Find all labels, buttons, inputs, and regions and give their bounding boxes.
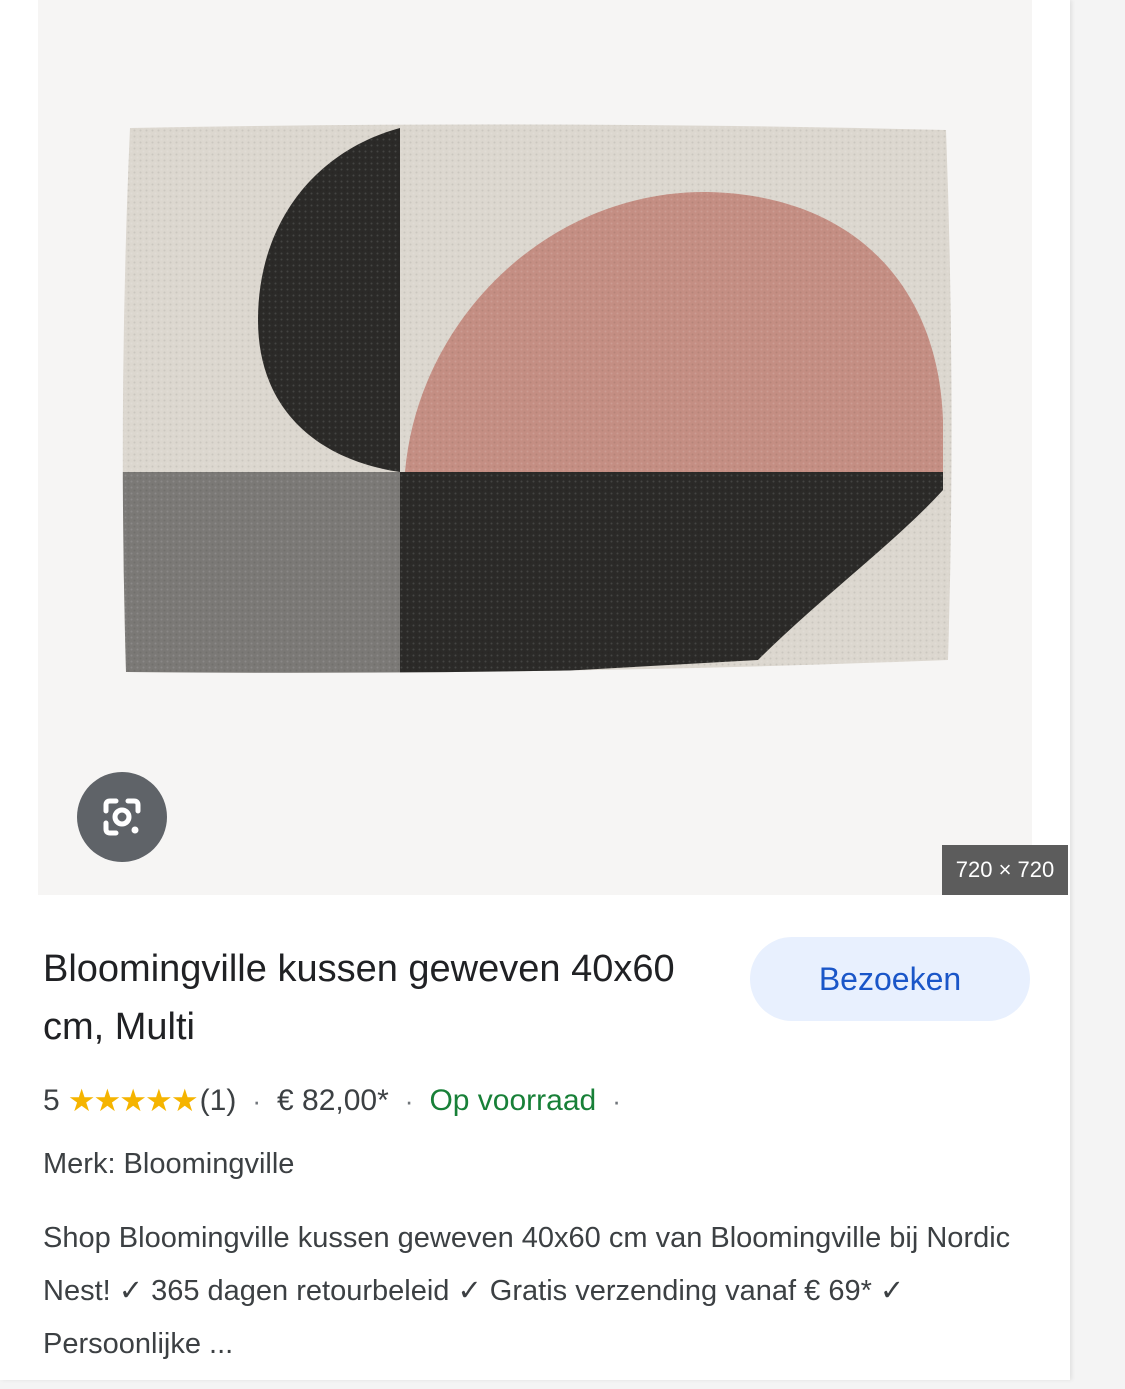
- brand-line: Merk: Bloomingville: [43, 1148, 295, 1180]
- image-dimensions-badge: 720 × 720: [942, 845, 1068, 895]
- separator-dot: ·: [404, 1085, 414, 1116]
- rating-value: 5: [43, 1084, 60, 1117]
- stock-status: Op voorraad: [429, 1084, 597, 1117]
- product-description: Shop Bloomingville kussen geweven 40x60 …: [43, 1222, 1011, 1360]
- product-image[interactable]: [118, 120, 958, 680]
- separator-dot: ·: [252, 1085, 261, 1116]
- product-result-card: 720 × 720 Bloomingville kussen geweven 4…: [0, 0, 1070, 1380]
- review-count[interactable]: (1): [200, 1084, 237, 1118]
- price: € 82,00*: [277, 1084, 389, 1117]
- product-image-area[interactable]: [38, 0, 1032, 895]
- separator-dot: ·: [612, 1085, 621, 1116]
- star-rating-icon: ★★★★★: [67, 1083, 199, 1118]
- product-meta-row: 5 ★★★★★ (1) · € 82,00* · Op voorraad ·: [43, 1078, 637, 1124]
- visit-button[interactable]: Bezoeken: [750, 937, 1030, 1021]
- product-title[interactable]: Bloomingville kussen geweven 40x60 cm, M…: [43, 940, 703, 1056]
- google-lens-button[interactable]: [77, 772, 167, 862]
- google-lens-icon: [103, 798, 141, 836]
